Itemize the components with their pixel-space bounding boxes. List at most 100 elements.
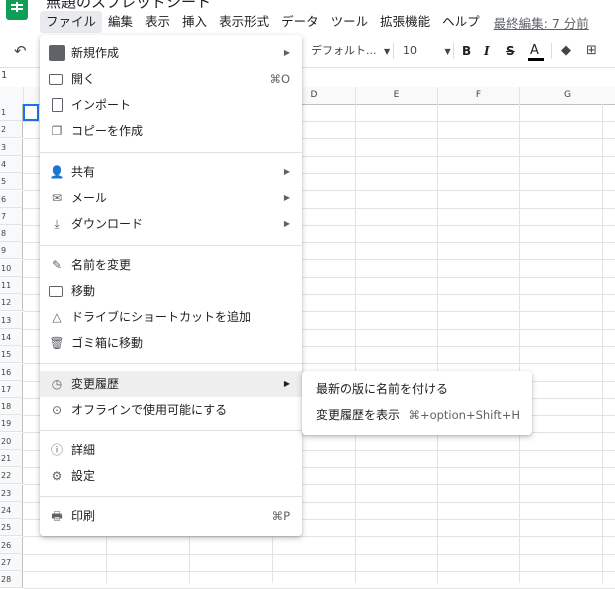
column-header-f[interactable]: F (438, 87, 520, 105)
sheets-logo-icon[interactable] (6, 0, 28, 20)
menu-item-offline[interactable]: ⊙ オフラインで使用可能にする (40, 397, 302, 423)
row-header[interactable]: 1 (0, 104, 23, 121)
menu-item-move[interactable]: 移動 (40, 278, 302, 304)
last-edit-link[interactable]: 最終編集: 7 分前 (494, 13, 589, 32)
row-header[interactable]: 8 (0, 225, 23, 242)
row-header[interactable]: 26 (0, 537, 23, 554)
grid-line (602, 104, 603, 583)
menu-item-open[interactable]: 開く ⌘O (40, 66, 302, 92)
menu-item-label: 設定 (71, 469, 96, 483)
menu-item-label: インポート (71, 98, 132, 112)
row-header[interactable]: 15 (0, 346, 23, 363)
font-family-select[interactable]: デフォルト... ▼ (311, 37, 390, 65)
move-folder-icon (49, 286, 63, 297)
menu-divider (40, 363, 302, 364)
row-header[interactable]: 27 (0, 554, 23, 571)
fill-color-icon[interactable]: ◆ (561, 37, 571, 65)
italic-button[interactable]: I (484, 37, 490, 65)
column-header-g[interactable]: G (520, 87, 615, 105)
download-icon: ⤓ (54, 217, 60, 231)
menu-item-label: ゴミ箱に移動 (71, 336, 144, 350)
menu-item-label: 共有 (71, 165, 96, 179)
row-header[interactable]: 12 (0, 294, 23, 311)
row-header[interactable]: 2 (0, 121, 23, 138)
submenu-item-see-version-history[interactable]: 変更履歴を表示 ⌘+option+Shift+H (302, 402, 532, 428)
row-header[interactable]: 24 (0, 502, 23, 519)
menu-view[interactable]: 表示 (139, 11, 176, 33)
menu-item-label: オフラインで使用可能にする (71, 403, 228, 417)
submenu-arrow-icon: ▶ (283, 219, 290, 228)
row-header[interactable]: 20 (0, 433, 23, 450)
file-menu: + 新規作成 ▶ 開く ⌘O インポート ❐ コピーを作成 👤 共有 ▶ ✉ メ… (40, 35, 302, 536)
row-header[interactable]: 3 (0, 139, 23, 156)
menu-item-label: 変更履歴 (71, 377, 120, 391)
menu-item-download[interactable]: ⤓ ダウンロード ▶ (40, 211, 302, 237)
submenu-arrow-icon: ▶ (283, 193, 290, 202)
menu-item-import[interactable]: インポート (40, 92, 302, 118)
borders-icon[interactable]: ⊞ (586, 37, 597, 65)
bold-button[interactable]: B (462, 37, 471, 65)
row-header[interactable]: 21 (0, 450, 23, 467)
menu-help[interactable]: ヘルプ (436, 11, 486, 33)
menu-item-trash[interactable]: 🗑 ゴミ箱に移動 (40, 330, 302, 356)
menu-extensions[interactable]: 拡張機能 (374, 11, 436, 33)
menu-item-settings[interactable]: ⚙ 設定 (40, 463, 302, 489)
row-header[interactable]: 13 (0, 312, 23, 329)
font-size-value: 10 (403, 44, 417, 57)
row-header[interactable]: 28 (0, 571, 23, 588)
row-header[interactable]: 17 (0, 381, 23, 398)
grid-line (23, 571, 615, 572)
menu-format[interactable]: 表示形式 (213, 11, 275, 33)
menu-item-label: コピーを作成 (71, 124, 144, 138)
submenu-item-name-current-version[interactable]: 最新の版に名前を付ける (302, 376, 532, 402)
menu-tools[interactable]: ツール (325, 11, 375, 33)
menu-item-label: 名前を変更 (71, 258, 132, 272)
row-header[interactable]: 4 (0, 156, 23, 173)
drive-shortcut-icon: △ (52, 310, 62, 324)
submenu-arrow-icon: ▶ (283, 379, 290, 388)
menu-item-label: ドライブにショートカットを追加 (71, 310, 252, 324)
menu-item-version-history[interactable]: ◷ 変更履歴 ▶ (40, 371, 302, 397)
strikethrough-button[interactable]: S (506, 37, 515, 65)
offline-check-icon: ⊙ (51, 403, 63, 417)
menu-item-label: 新規作成 (71, 46, 120, 60)
menu-item-print[interactable]: 🖶 印刷 ⌘P (40, 503, 302, 529)
menu-divider (40, 430, 302, 431)
row-header[interactable]: 16 (0, 364, 23, 381)
menu-item-make-copy[interactable]: ❐ コピーを作成 (40, 118, 302, 144)
row-header[interactable]: 14 (0, 329, 23, 346)
corner-header[interactable] (0, 87, 24, 105)
menu-insert[interactable]: 挿入 (176, 11, 213, 33)
version-history-submenu: 最新の版に名前を付ける 変更履歴を表示 ⌘+option+Shift+H (302, 371, 532, 435)
menu-item-new[interactable]: + 新規作成 ▶ (40, 40, 302, 66)
selected-cell[interactable] (23, 104, 39, 121)
menu-item-email[interactable]: ✉ メール ▶ (40, 185, 302, 211)
row-header[interactable]: 19 (0, 415, 23, 432)
menu-item-details[interactable]: ⓘ 詳細 (40, 437, 302, 463)
row-header[interactable]: 11 (0, 277, 23, 294)
menu-item-share[interactable]: 👤 共有 ▶ (40, 159, 302, 185)
row-header[interactable]: 18 (0, 398, 23, 415)
row-header[interactable]: 6 (0, 191, 23, 208)
row-header[interactable]: 9 (0, 242, 23, 259)
menu-divider (40, 152, 302, 153)
row-header[interactable]: 23 (0, 485, 23, 502)
import-file-icon (49, 97, 65, 113)
menu-file[interactable]: ファイル (40, 11, 103, 33)
row-header[interactable]: 7 (0, 208, 23, 225)
row-header[interactable]: 22 (0, 467, 23, 484)
undo-icon[interactable]: ↶ (14, 37, 27, 65)
mail-icon: ✉ (51, 191, 63, 205)
menu-data[interactable]: データ (275, 11, 325, 33)
row-header[interactable]: 10 (0, 260, 23, 277)
column-header-e[interactable]: E (356, 87, 438, 105)
font-family-value: デフォルト... (311, 44, 377, 57)
menu-item-rename[interactable]: ✎ 名前を変更 (40, 252, 302, 278)
copy-icon: ❐ (51, 124, 63, 138)
row-header[interactable]: 25 (0, 519, 23, 536)
row-header[interactable]: 5 (0, 173, 23, 190)
font-size-select[interactable]: 10 ▼ (403, 37, 451, 65)
cell-reference[interactable]: 1 (1, 70, 7, 81)
menu-edit[interactable]: 編集 (102, 11, 139, 33)
menu-item-add-shortcut[interactable]: △ ドライブにショートカットを追加 (40, 304, 302, 330)
